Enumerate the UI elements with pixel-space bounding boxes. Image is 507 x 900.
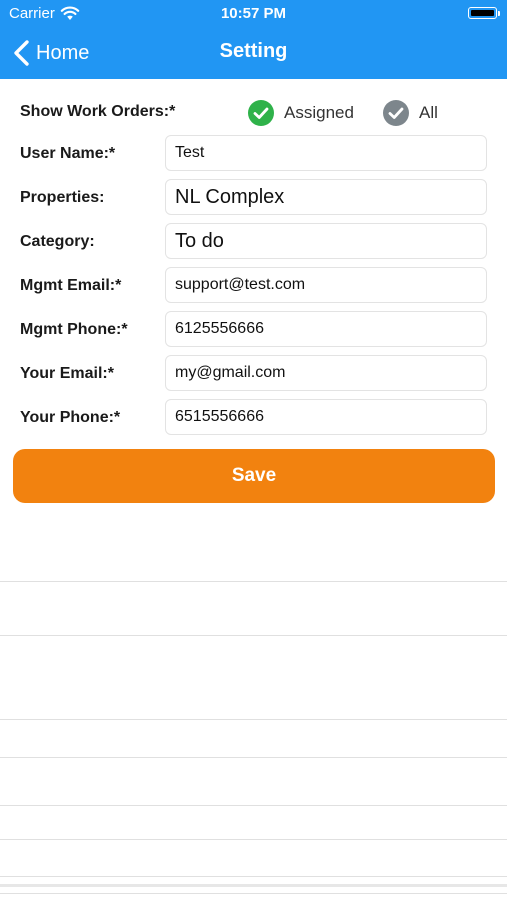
properties-label: Properties:	[20, 189, 105, 206]
mgmt-phone-label: Mgmt Phone:*	[20, 321, 128, 338]
your-email-label: Your Email:*	[20, 365, 114, 382]
show-work-orders-label: Show Work Orders:*	[20, 103, 176, 120]
your-email-field[interactable]: my@gmail.com	[165, 355, 487, 391]
divider	[0, 839, 507, 840]
user-name-field[interactable]: Test	[165, 135, 487, 171]
save-button[interactable]: Save	[13, 449, 495, 503]
clock: 10:57 PM	[220, 5, 287, 22]
properties-row: Properties: NL Complex	[20, 179, 490, 217]
your-phone-field[interactable]: 6515556666	[165, 399, 487, 435]
page-title: Setting	[219, 40, 288, 62]
divider	[0, 884, 507, 887]
show-work-orders-row: Show Work Orders:* Assigned All	[20, 93, 490, 131]
radio-all-label: All	[419, 103, 438, 122]
category-label: Category:	[20, 233, 95, 250]
mgmt-email-row: Mgmt Email:* support@test.com	[20, 267, 490, 305]
user-name-label: User Name:*	[20, 145, 116, 162]
battery-icon	[468, 7, 500, 19]
properties-field[interactable]: NL Complex	[165, 179, 487, 215]
radio-all[interactable]: All	[383, 100, 438, 126]
divider	[0, 893, 507, 894]
user-name-row: User Name:* Test	[20, 135, 490, 173]
mgmt-phone-field[interactable]: 6125556666	[165, 311, 487, 347]
checked-circle-icon	[248, 100, 274, 126]
divider	[0, 635, 507, 636]
your-email-row: Your Email:* my@gmail.com	[20, 355, 490, 393]
divider	[0, 876, 507, 877]
navigation-bar: Carrier 10:57 PM Home Setting	[0, 0, 507, 79]
radio-assigned-label: Assigned	[284, 103, 354, 122]
your-phone-row: Your Phone:* 6515556666	[20, 399, 490, 437]
mgmt-email-label: Mgmt Email:*	[20, 277, 122, 294]
check-circle-icon	[383, 100, 409, 126]
mgmt-phone-row: Mgmt Phone:* 6125556666	[20, 311, 490, 349]
status-bar: Carrier 10:57 PM	[0, 0, 507, 28]
category-field[interactable]: To do	[165, 223, 487, 259]
mgmt-email-field[interactable]: support@test.com	[165, 267, 487, 303]
radio-assigned[interactable]: Assigned	[248, 100, 354, 126]
divider	[0, 581, 507, 582]
category-row: Category: To do	[20, 223, 490, 261]
your-phone-label: Your Phone:*	[20, 409, 121, 426]
divider	[0, 757, 507, 758]
divider	[0, 719, 507, 720]
divider	[0, 805, 507, 806]
